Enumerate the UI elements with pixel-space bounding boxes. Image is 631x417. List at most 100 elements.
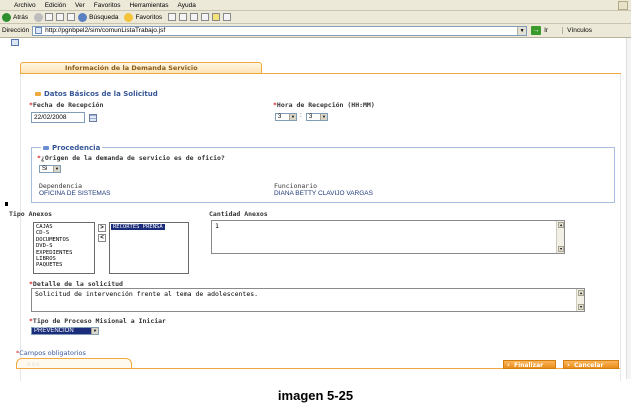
hora-hh-value: 3 <box>278 114 282 120</box>
go-button[interactable]: → Ir <box>531 26 548 35</box>
folder-icon[interactable] <box>212 13 221 21</box>
stop-icon[interactable] <box>45 13 54 21</box>
address-label: Dirección <box>2 27 30 34</box>
funcionario-label: Funcionario <box>274 182 318 190</box>
search-button[interactable]: Búsqueda <box>78 12 119 22</box>
required-fields-note: *Campos obligatorios <box>16 349 86 357</box>
dependencia-label: Dependencia <box>39 182 83 190</box>
tipo-proceso-label: *Tipo de Proceso Misional a Iniciar <box>29 317 166 325</box>
required-fields-text: Campos obligatorios <box>19 349 86 357</box>
back-label: Atrás <box>13 13 29 21</box>
links-button[interactable]: Vínculos <box>562 27 592 34</box>
detalle-textarea[interactable]: Solicitud de intervención frente al tema… <box>31 288 585 312</box>
origen-label-text: ¿Origen de la demanda de servicio es de … <box>40 154 225 162</box>
fecha-label: *Fecha de Recepción <box>29 101 103 109</box>
tipo-proceso-select[interactable]: PREVENCION ▼ <box>31 327 99 335</box>
detalle-label: *Detalle de la solicitud <box>29 280 123 288</box>
section-procedencia: Procedencia <box>41 144 103 152</box>
menu-bar: Archivo Edición Ver Favoritos Herramient… <box>0 0 631 11</box>
form-panel: Datos Básicos de la Solicitud *Fecha de … <box>9 74 621 381</box>
scroll-up-icon[interactable]: ▲ <box>558 222 564 228</box>
left-margin-mark <box>5 202 8 206</box>
move-right-button[interactable]: > <box>98 224 106 232</box>
history-icon[interactable] <box>168 13 177 21</box>
chevron-down-icon: ▼ <box>289 114 296 120</box>
section-procedencia-title: Procedencia <box>52 144 101 152</box>
address-bar: Dirección http://pgnbpel2/sim/comunLista… <box>0 24 631 38</box>
edit-icon[interactable] <box>201 13 210 21</box>
hora-mm-value: 3 <box>309 114 313 120</box>
menu-favoritos[interactable]: Favoritos <box>94 2 121 9</box>
section-datos-basicos-title: Datos Básicos de la Solicitud <box>44 90 158 98</box>
favorites-button[interactable]: Favoritos <box>124 12 162 22</box>
cantidad-anexos-input[interactable]: 1 ▲ ▼ <box>211 220 565 254</box>
tipo-anexos-label: Tipo Anexos <box>9 210 53 218</box>
list-item-selected[interactable]: RECORTES PRENSA <box>111 224 186 230</box>
scroll-up-icon[interactable]: ▲ <box>578 290 584 296</box>
hora-hh-select[interactable]: 3 ▼ <box>275 113 297 121</box>
anexos-available-list[interactable]: CAJAS CD-S DOCUMENTOS DVD-S EXPEDIENTES … <box>33 222 95 274</box>
origen-label: *¿Origen de la demanda de servicio es de… <box>37 154 225 162</box>
scroll-down-icon[interactable]: ▼ <box>578 304 584 310</box>
star-icon <box>124 12 134 22</box>
go-arrow-icon: → <box>531 26 542 35</box>
forward-arrow-icon[interactable] <box>34 12 44 22</box>
hora-label-text: Hora de Recepción (HH:MM) <box>276 101 375 109</box>
tipo-proceso-label-text: Tipo de Proceso Misional a Iniciar <box>32 317 166 325</box>
fecha-label-text: Fecha de Recepción <box>32 101 104 109</box>
window-right-edge <box>626 38 631 379</box>
cantidad-anexos-label: Cantidad Anexos <box>209 210 268 218</box>
menu-edicion[interactable]: Edición <box>45 2 66 9</box>
calendar-icon[interactable] <box>89 114 97 122</box>
section-datos-basicos: Datos Básicos de la Solicitud <box>35 90 158 98</box>
windows-logo-icon <box>618 1 628 10</box>
home-icon[interactable] <box>67 13 76 21</box>
page-corner-icon <box>11 39 19 46</box>
cancelar-button[interactable]: Cancelar <box>563 360 619 370</box>
footer-tab: ◌◌◌ <box>16 358 132 368</box>
chevron-down-icon[interactable]: ▼ <box>517 26 527 35</box>
search-label: Búsqueda <box>89 13 119 21</box>
menu-herramientas[interactable]: Herramientas <box>130 2 169 9</box>
origen-select[interactable]: Si ▼ <box>39 165 61 173</box>
url-input[interactable]: http://pgnbpel2/sim/comunListaTrabajo.js… <box>32 25 528 36</box>
hora-separator: : <box>300 112 302 119</box>
browser-toolbar: Atrás Búsqueda Favoritos <box>0 11 631 24</box>
detalle-label-text: Detalle de la solicitud <box>32 280 123 288</box>
menu-archivo[interactable]: Archivo <box>14 2 36 9</box>
page-content: Información de la Demanda Servicio Datos… <box>0 38 631 381</box>
finalizar-button[interactable]: Finalizar <box>503 360 556 370</box>
scroll-down-icon[interactable]: ▼ <box>558 246 564 252</box>
chevron-down-icon: ▼ <box>91 328 98 334</box>
section-bullet-icon <box>43 146 49 150</box>
menu-ayuda[interactable]: Ayuda <box>178 2 196 9</box>
refresh-icon[interactable] <box>56 13 65 21</box>
figure-caption: imagen 5-25 <box>277 388 354 403</box>
go-label: Ir <box>544 27 549 34</box>
tipo-proceso-value: PREVENCION <box>34 328 74 334</box>
scrollbar[interactable]: ▲ ▼ <box>556 221 564 253</box>
url-text: http://pgnbpel2/sim/comunListaTrabajo.js… <box>45 27 166 34</box>
move-left-button[interactable]: < <box>98 234 106 242</box>
cantidad-anexos-value: 1 <box>215 222 219 230</box>
scrollbar[interactable]: ▲ ▼ <box>576 289 584 311</box>
list-item[interactable]: PAQUETES <box>36 262 92 268</box>
selected-item-text: RECORTES PRENSA <box>111 224 165 230</box>
search-icon <box>78 12 88 22</box>
dependencia-value: OFICINA DE SISTEMAS <box>39 190 111 197</box>
section-bullet-icon <box>35 92 41 96</box>
detalle-value: Solicitud de intervención frente al tema… <box>35 290 259 298</box>
anexos-selected-list[interactable]: RECORTES PRENSA <box>109 222 189 274</box>
fecha-input[interactable]: 22/02/2008 <box>31 112 85 123</box>
back-button[interactable]: Atrás <box>2 12 29 22</box>
hora-mm-select[interactable]: 3 ▼ <box>306 113 328 121</box>
messenger-icon[interactable] <box>223 13 232 21</box>
menu-ver[interactable]: Ver <box>75 2 85 9</box>
print-icon[interactable] <box>190 13 199 21</box>
tab-informacion-demanda[interactable]: Información de la Demanda Servicio <box>20 62 262 73</box>
hora-label: *Hora de Recepción (HH:MM) <box>273 101 375 109</box>
mail-icon[interactable] <box>179 13 188 21</box>
page-icon <box>35 27 43 34</box>
origen-value: Si <box>42 166 48 172</box>
chevron-down-icon: ▼ <box>53 166 60 172</box>
